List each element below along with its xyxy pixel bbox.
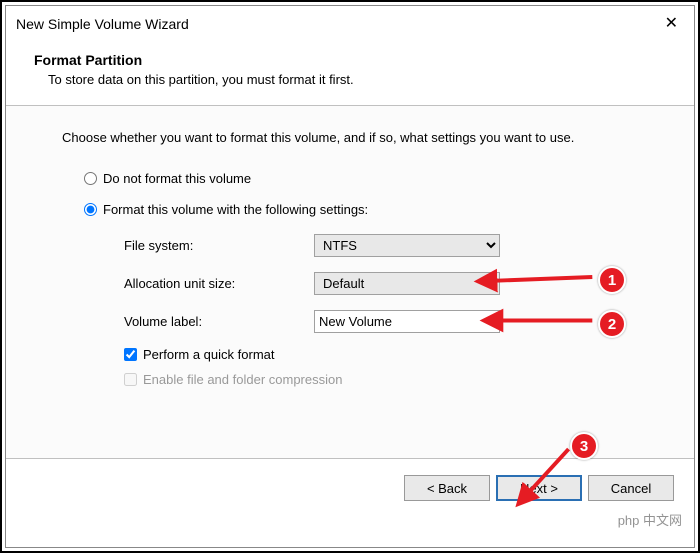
volume-label-label: Volume label: (124, 314, 314, 329)
wizard-header: Format Partition To store data on this p… (6, 42, 694, 106)
compression-label: Enable file and folder compression (143, 372, 342, 387)
back-button[interactable]: < Back (404, 475, 490, 501)
watermark-text: php 中文网 (618, 510, 682, 529)
window-title: New Simple Volume Wizard (16, 16, 189, 32)
next-button[interactable]: Next > (496, 475, 582, 501)
quick-format-check[interactable]: Perform a quick format (124, 347, 666, 362)
page-title: Format Partition (34, 52, 674, 68)
compression-checkbox (124, 373, 137, 386)
cancel-button[interactable]: Cancel (588, 475, 674, 501)
radio-no-format-label: Do not format this volume (103, 171, 251, 186)
annotation-badge-2: 2 (598, 310, 626, 338)
radio-no-format[interactable]: Do not format this volume (84, 171, 666, 186)
page-subtitle: To store data on this partition, you mus… (48, 72, 674, 87)
close-icon[interactable]: ✕ (657, 12, 686, 36)
title-bar: New Simple Volume Wizard ✕ (6, 6, 694, 42)
wizard-footer: < Back Next > Cancel (6, 459, 694, 517)
wizard-body: Choose whether you want to format this v… (6, 106, 694, 459)
intro-text: Choose whether you want to format this v… (62, 130, 666, 145)
quick-format-label: Perform a quick format (143, 347, 275, 362)
radio-format[interactable]: Format this volume with the following se… (84, 202, 666, 217)
quick-format-checkbox[interactable] (124, 348, 137, 361)
compression-check: Enable file and folder compression (124, 372, 666, 387)
annotation-badge-3: 3 (570, 432, 598, 460)
allocation-unit-select[interactable]: Default (314, 272, 500, 295)
radio-format-label: Format this volume with the following se… (103, 202, 368, 217)
file-system-label: File system: (124, 238, 314, 253)
annotation-badge-1: 1 (598, 266, 626, 294)
file-system-select[interactable]: NTFS (314, 234, 500, 257)
volume-label-input[interactable] (314, 310, 500, 333)
allocation-unit-label: Allocation unit size: (124, 276, 314, 291)
radio-format-input[interactable] (84, 203, 97, 216)
radio-no-format-input[interactable] (84, 172, 97, 185)
